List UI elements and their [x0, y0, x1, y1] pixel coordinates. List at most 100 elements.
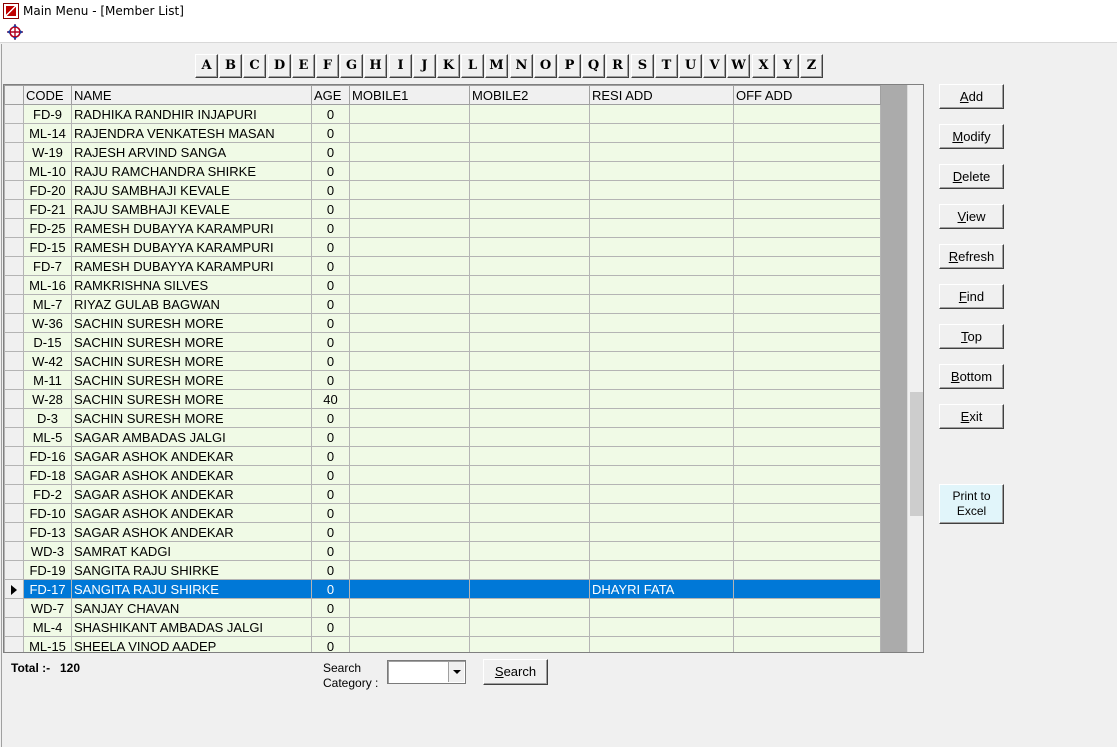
- letter-button-x[interactable]: X: [752, 54, 775, 78]
- cell-mobile2[interactable]: [469, 598, 590, 618]
- table-row[interactable]: FD-18 SAGAR ASHOK ANDEKAR 0: [4, 465, 881, 485]
- cell-mobile2[interactable]: [469, 484, 590, 504]
- cell-age[interactable]: 0: [311, 275, 350, 295]
- row-selector[interactable]: [4, 237, 24, 257]
- cell-off-add[interactable]: [733, 237, 881, 257]
- cell-name[interactable]: RAJU SAMBHAJI KEVALE: [71, 199, 312, 219]
- cell-mobile1[interactable]: [349, 389, 470, 409]
- cell-mobile1[interactable]: [349, 332, 470, 352]
- cell-off-add[interactable]: [733, 218, 881, 238]
- cell-name[interactable]: SAGAR ASHOK ANDEKAR: [71, 446, 312, 466]
- cell-age[interactable]: 0: [311, 541, 350, 561]
- row-selector[interactable]: [4, 370, 24, 390]
- cell-mobile1[interactable]: [349, 351, 470, 371]
- cell-name[interactable]: SAGAR ASHOK ANDEKAR: [71, 503, 312, 523]
- cell-resi-add[interactable]: [589, 199, 734, 219]
- cell-mobile2[interactable]: [469, 104, 590, 124]
- cell-mobile1[interactable]: [349, 408, 470, 428]
- cell-code[interactable]: FD-9: [23, 104, 72, 124]
- cell-mobile1[interactable]: [349, 617, 470, 637]
- cell-resi-add[interactable]: [589, 275, 734, 295]
- row-selector[interactable]: [4, 332, 24, 352]
- cell-name[interactable]: SAGAR ASHOK ANDEKAR: [71, 522, 312, 542]
- chevron-down-icon[interactable]: [448, 662, 464, 682]
- column-header-code[interactable]: CODE: [23, 85, 72, 105]
- cell-mobile2[interactable]: [469, 427, 590, 447]
- cell-resi-add[interactable]: DHAYRI FATA: [589, 579, 734, 599]
- table-row[interactable]: ML-5 SAGAR AMBADAS JALGI 0: [4, 427, 881, 447]
- table-row[interactable]: ML-4 SHASHIKANT AMBADAS JALGI 0: [4, 617, 881, 637]
- cell-name[interactable]: RAJU RAMCHANDRA SHIRKE: [71, 161, 312, 181]
- cell-name[interactable]: SACHIN SURESH MORE: [71, 408, 312, 428]
- cell-name[interactable]: RIYAZ GULAB BAGWAN: [71, 294, 312, 314]
- cell-mobile2[interactable]: [469, 313, 590, 333]
- cell-off-add[interactable]: [733, 617, 881, 637]
- modify-button[interactable]: Modify: [939, 124, 1004, 149]
- delete-button[interactable]: Delete: [939, 164, 1004, 189]
- cell-name[interactable]: SACHIN SURESH MORE: [71, 313, 312, 333]
- row-selector[interactable]: [4, 579, 24, 599]
- cell-mobile1[interactable]: [349, 579, 470, 599]
- letter-button-d[interactable]: D: [268, 54, 291, 78]
- letter-button-f[interactable]: F: [316, 54, 339, 78]
- cell-name[interactable]: SACHIN SURESH MORE: [71, 370, 312, 390]
- cell-resi-add[interactable]: [589, 294, 734, 314]
- cell-mobile2[interactable]: [469, 636, 590, 652]
- letter-button-i[interactable]: I: [389, 54, 412, 78]
- letter-button-b[interactable]: B: [219, 54, 242, 78]
- letter-button-t[interactable]: T: [655, 54, 678, 78]
- cell-mobile2[interactable]: [469, 522, 590, 542]
- cell-code[interactable]: W-19: [23, 142, 72, 162]
- cell-off-add[interactable]: [733, 256, 881, 276]
- top-button[interactable]: Top: [939, 324, 1004, 349]
- cell-age[interactable]: 0: [311, 579, 350, 599]
- cell-mobile2[interactable]: [469, 142, 590, 162]
- cell-code[interactable]: ML-14: [23, 123, 72, 143]
- table-row[interactable]: FD-13 SAGAR ASHOK ANDEKAR 0: [4, 522, 881, 542]
- cell-age[interactable]: 0: [311, 123, 350, 143]
- cell-off-add[interactable]: [733, 104, 881, 124]
- letter-button-q[interactable]: Q: [582, 54, 605, 78]
- letter-button-y[interactable]: Y: [776, 54, 799, 78]
- cell-code[interactable]: ML-10: [23, 161, 72, 181]
- table-row[interactable]: W-28 SACHIN SURESH MORE 40: [4, 389, 881, 409]
- cell-name[interactable]: SAGAR ASHOK ANDEKAR: [71, 484, 312, 504]
- letter-button-a[interactable]: A: [195, 54, 218, 78]
- row-selector[interactable]: [4, 560, 24, 580]
- cell-code[interactable]: FD-10: [23, 503, 72, 523]
- table-row[interactable]: ML-7 RIYAZ GULAB BAGWAN 0: [4, 294, 881, 314]
- cell-off-add[interactable]: [733, 389, 881, 409]
- cell-off-add[interactable]: [733, 332, 881, 352]
- cell-mobile1[interactable]: [349, 370, 470, 390]
- cell-off-add[interactable]: [733, 408, 881, 428]
- cell-mobile2[interactable]: [469, 617, 590, 637]
- cell-off-add[interactable]: [733, 142, 881, 162]
- cell-code[interactable]: D-3: [23, 408, 72, 428]
- cell-name[interactable]: RAMKRISHNA SILVES: [71, 275, 312, 295]
- cell-code[interactable]: M-11: [23, 370, 72, 390]
- cell-name[interactable]: SAMRAT KADGI: [71, 541, 312, 561]
- search-button[interactable]: Search: [483, 659, 548, 685]
- cell-mobile1[interactable]: [349, 237, 470, 257]
- cell-age[interactable]: 40: [311, 389, 350, 409]
- table-row[interactable]: M-11 SACHIN SURESH MORE 0: [4, 370, 881, 390]
- cell-resi-add[interactable]: [589, 313, 734, 333]
- cell-mobile2[interactable]: [469, 161, 590, 181]
- cell-resi-add[interactable]: [589, 332, 734, 352]
- table-row[interactable]: D-15 SACHIN SURESH MORE 0: [4, 332, 881, 352]
- row-selector[interactable]: [4, 256, 24, 276]
- scrollbar-thumb[interactable]: [910, 392, 923, 516]
- table-row[interactable]: FD-16 SAGAR ASHOK ANDEKAR 0: [4, 446, 881, 466]
- row-selector[interactable]: [4, 161, 24, 181]
- table-row[interactable]: ML-10 RAJU RAMCHANDRA SHIRKE 0: [4, 161, 881, 181]
- table-row[interactable]: ML-16 RAMKRISHNA SILVES 0: [4, 275, 881, 295]
- cell-mobile2[interactable]: [469, 503, 590, 523]
- cell-mobile1[interactable]: [349, 256, 470, 276]
- table-row[interactable]: W-36 SACHIN SURESH MORE 0: [4, 313, 881, 333]
- cell-mobile1[interactable]: [349, 560, 470, 580]
- cell-name[interactable]: SHEELA VINOD AADEP: [71, 636, 312, 652]
- cell-off-add[interactable]: [733, 446, 881, 466]
- cell-code[interactable]: FD-25: [23, 218, 72, 238]
- row-selector[interactable]: [4, 598, 24, 618]
- row-selector[interactable]: [4, 617, 24, 637]
